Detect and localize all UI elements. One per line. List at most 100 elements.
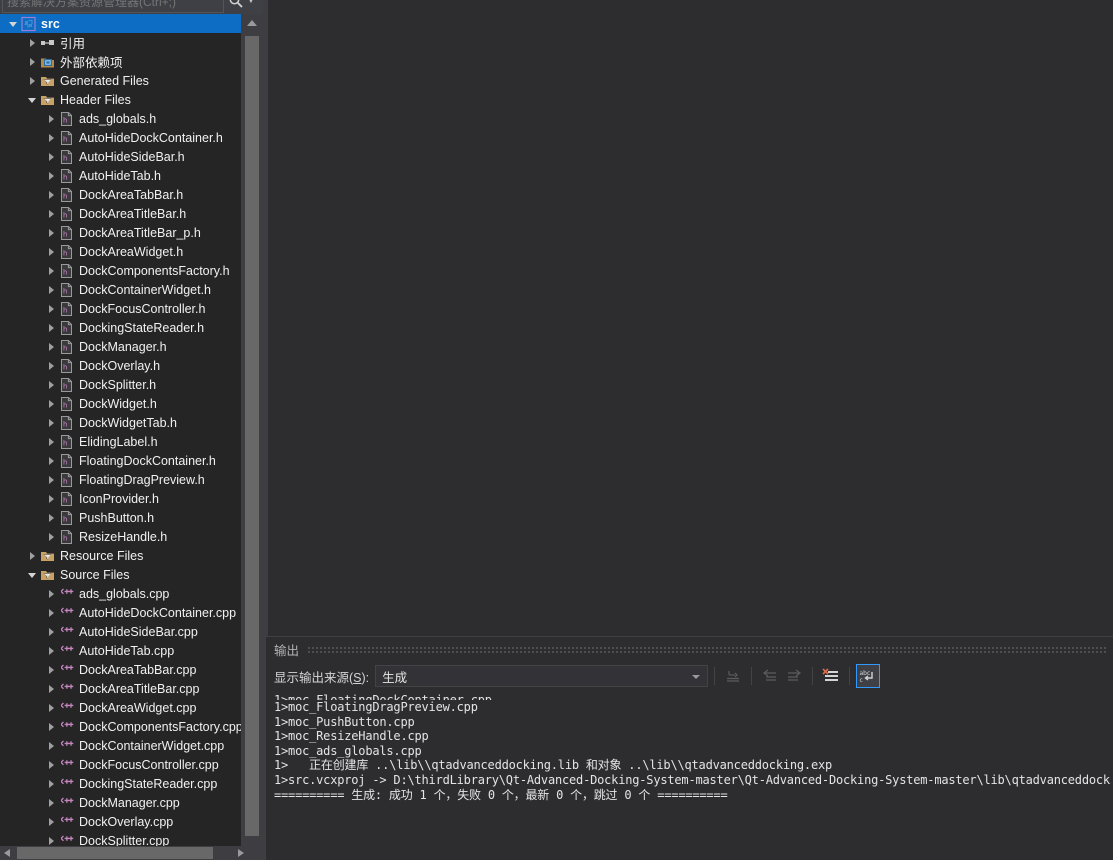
twisty-collapsed-icon[interactable]	[46, 375, 58, 394]
twisty-collapsed-icon[interactable]	[46, 736, 58, 755]
tree-item[interactable]: DockFocusController.cpp	[0, 755, 241, 774]
search-icon[interactable]	[228, 0, 244, 9]
tree-item[interactable]: Source Files	[0, 565, 241, 584]
scrollbar-thumb[interactable]	[245, 36, 259, 836]
twisty-collapsed-icon[interactable]	[46, 166, 58, 185]
twisty-collapsed-icon[interactable]	[46, 394, 58, 413]
tree-item[interactable]: h FloatingDragPreview.h	[0, 470, 241, 489]
twisty-collapsed-icon[interactable]	[46, 432, 58, 451]
twisty-collapsed-icon[interactable]	[46, 242, 58, 261]
editor-document-area[interactable]	[268, 0, 1113, 636]
twisty-collapsed-icon[interactable]	[46, 147, 58, 166]
twisty-collapsed-icon[interactable]	[46, 128, 58, 147]
tree-item[interactable]: h AutoHideSideBar.h	[0, 147, 241, 166]
tree-item[interactable]: DockOverlay.cpp	[0, 812, 241, 831]
tree-item[interactable]: DockAreaWidget.cpp	[0, 698, 241, 717]
tree-item[interactable]: h DockingStateReader.h	[0, 318, 241, 337]
twisty-collapsed-icon[interactable]	[46, 622, 58, 641]
tree-item[interactable]: h DockManager.h	[0, 337, 241, 356]
tree-item[interactable]: src	[0, 14, 241, 33]
twisty-collapsed-icon[interactable]	[46, 280, 58, 299]
twisty-collapsed-icon[interactable]	[46, 261, 58, 280]
tree-item[interactable]: Resource Files	[0, 546, 241, 565]
twisty-collapsed-icon[interactable]	[46, 451, 58, 470]
output-text-content[interactable]: 1>moc_FloatingDockContainer.cpp 1>moc_Flo…	[274, 693, 1111, 858]
search-box[interactable]	[2, 0, 224, 13]
tree-item[interactable]: 外部依赖项	[0, 52, 241, 71]
tree-item[interactable]: h DockAreaWidget.h	[0, 242, 241, 261]
twisty-expanded-icon[interactable]	[27, 90, 39, 109]
tree-item[interactable]: AutoHideDockContainer.cpp	[0, 603, 241, 622]
tree-vertical-scrollbar[interactable]	[241, 14, 263, 860]
tree-item[interactable]: h DockWidgetTab.h	[0, 413, 241, 432]
scroll-right-button[interactable]	[233, 846, 248, 860]
twisty-collapsed-icon[interactable]	[46, 793, 58, 812]
tree-item[interactable]: h AutoHideDockContainer.h	[0, 128, 241, 147]
tree-item[interactable]: DockAreaTitleBar.cpp	[0, 679, 241, 698]
tree-horizontal-scrollbar[interactable]	[0, 846, 263, 860]
twisty-collapsed-icon[interactable]	[46, 812, 58, 831]
tree-item[interactable]: h DockSplitter.h	[0, 375, 241, 394]
twisty-collapsed-icon[interactable]	[46, 413, 58, 432]
tree-item[interactable]: Header Files	[0, 90, 241, 109]
tree-item[interactable]: h DockContainerWidget.h	[0, 280, 241, 299]
scroll-up-button[interactable]	[241, 14, 263, 31]
scroll-left-button[interactable]	[0, 846, 15, 860]
twisty-collapsed-icon[interactable]	[46, 660, 58, 679]
twisty-collapsed-icon[interactable]	[46, 337, 58, 356]
tree-item[interactable]: h ads_globals.h	[0, 109, 241, 128]
twisty-expanded-icon[interactable]	[27, 565, 39, 584]
twisty-collapsed-icon[interactable]	[46, 489, 58, 508]
tree-item[interactable]: h DockComponentsFactory.h	[0, 261, 241, 280]
tree-item[interactable]: DockComponentsFactory.cpp	[0, 717, 241, 736]
twisty-collapsed-icon[interactable]	[46, 603, 58, 622]
tree-item[interactable]: h ElidingLabel.h	[0, 432, 241, 451]
twisty-collapsed-icon[interactable]	[46, 109, 58, 128]
twisty-collapsed-icon[interactable]	[46, 299, 58, 318]
drag-grip-icon[interactable]	[307, 645, 1107, 653]
twisty-collapsed-icon[interactable]	[46, 508, 58, 527]
twisty-collapsed-icon[interactable]	[46, 774, 58, 793]
tree-item[interactable]: AutoHideSideBar.cpp	[0, 622, 241, 641]
find-message-button[interactable]	[721, 664, 745, 688]
tree-item[interactable]: AutoHideTab.cpp	[0, 641, 241, 660]
twisty-collapsed-icon[interactable]	[46, 584, 58, 603]
tree-item[interactable]: 引用	[0, 33, 241, 52]
solution-explorer-tree[interactable]: src 引用 外部依赖项 Generated Files Header Files h ad…	[0, 14, 241, 860]
tree-item[interactable]: h ResizeHandle.h	[0, 527, 241, 546]
tree-item[interactable]: h AutoHideTab.h	[0, 166, 241, 185]
tree-item[interactable]: h DockAreaTitleBar.h	[0, 204, 241, 223]
tree-item[interactable]: h DockOverlay.h	[0, 356, 241, 375]
twisty-collapsed-icon[interactable]	[46, 356, 58, 375]
output-source-dropdown[interactable]: 生成	[375, 665, 709, 687]
twisty-collapsed-icon[interactable]	[46, 185, 58, 204]
twisty-collapsed-icon[interactable]	[46, 204, 58, 223]
twisty-collapsed-icon[interactable]	[46, 527, 58, 546]
search-input[interactable]	[7, 0, 212, 9]
twisty-collapsed-icon[interactable]	[46, 755, 58, 774]
tree-item[interactable]: h DockFocusController.h	[0, 299, 241, 318]
twisty-collapsed-icon[interactable]	[46, 223, 58, 242]
tree-item[interactable]: h PushButton.h	[0, 508, 241, 527]
twisty-collapsed-icon[interactable]	[46, 698, 58, 717]
tree-item[interactable]: DockAreaTabBar.cpp	[0, 660, 241, 679]
twisty-expanded-icon[interactable]	[8, 14, 20, 33]
tree-item[interactable]: h DockWidget.h	[0, 394, 241, 413]
twisty-collapsed-icon[interactable]	[46, 679, 58, 698]
tree-item[interactable]: h DockAreaTitleBar_p.h	[0, 223, 241, 242]
tree-item[interactable]: ads_globals.cpp	[0, 584, 241, 603]
twisty-collapsed-icon[interactable]	[27, 71, 39, 90]
twisty-collapsed-icon[interactable]	[46, 717, 58, 736]
twisty-collapsed-icon[interactable]	[46, 318, 58, 337]
tree-item[interactable]: h IconProvider.h	[0, 489, 241, 508]
tree-item[interactable]: h FloatingDockContainer.h	[0, 451, 241, 470]
go-to-previous-message-button[interactable]	[758, 664, 782, 688]
twisty-collapsed-icon[interactable]	[46, 470, 58, 489]
chevron-down-icon[interactable]: ▼	[247, 0, 257, 6]
clear-all-button[interactable]	[819, 664, 843, 688]
twisty-collapsed-icon[interactable]	[27, 33, 39, 52]
twisty-collapsed-icon[interactable]	[27, 546, 39, 565]
twisty-collapsed-icon[interactable]	[27, 52, 39, 71]
toggle-word-wrap-button[interactable]: abc c	[856, 664, 881, 688]
twisty-collapsed-icon[interactable]	[46, 641, 58, 660]
